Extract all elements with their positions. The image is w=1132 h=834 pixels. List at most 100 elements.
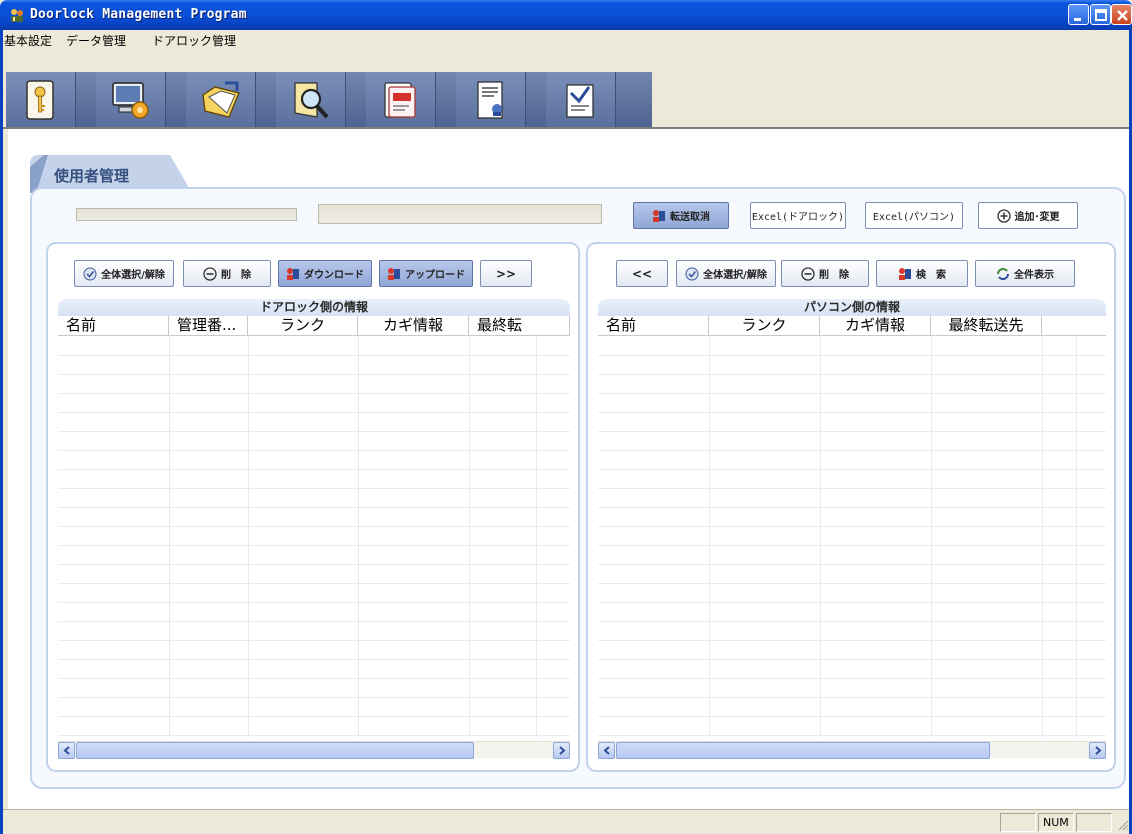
search-user-icon bbox=[899, 267, 911, 280]
col-last-destination[interactable]: 最終転送先 bbox=[931, 316, 1042, 335]
minus-circle-icon bbox=[801, 266, 815, 281]
col-last-transfer[interactable]: 最終転 bbox=[469, 316, 570, 335]
search-magnifier-icon bbox=[293, 82, 328, 119]
grid-column-line bbox=[358, 337, 359, 737]
toolbar-export-button[interactable] bbox=[546, 72, 616, 128]
pc-horizontal-scrollbar[interactable] bbox=[598, 741, 1106, 759]
status-cell-empty bbox=[1076, 813, 1112, 832]
title-bar[interactable]: Doorlock Management Program bbox=[0, 0, 1132, 30]
computer-settings-icon bbox=[111, 82, 149, 119]
info-field-1 bbox=[76, 208, 297, 221]
col-rank[interactable]: ランク bbox=[248, 316, 358, 335]
toolbar-key-button[interactable] bbox=[6, 72, 76, 128]
maximize-icon bbox=[1095, 9, 1107, 21]
search-label: 検 索 bbox=[916, 270, 946, 281]
toolbar-folder-button[interactable] bbox=[186, 72, 256, 128]
export-document-icon bbox=[565, 84, 594, 118]
left-delete-button[interactable]: 削 除 bbox=[183, 260, 271, 287]
move-right-label: >> bbox=[495, 266, 517, 281]
scroll-thumb[interactable] bbox=[616, 742, 990, 759]
show-all-label: 全件表示 bbox=[1014, 270, 1054, 281]
maximize-button[interactable] bbox=[1090, 4, 1111, 25]
toolbar-report-button[interactable] bbox=[456, 72, 526, 128]
minus-circle-icon bbox=[203, 266, 217, 281]
col-empty bbox=[1042, 316, 1106, 335]
toolbar bbox=[0, 50, 1132, 129]
window-frame-left bbox=[0, 30, 3, 834]
search-button[interactable]: 検 索 bbox=[876, 260, 968, 287]
arrow-left-icon bbox=[602, 746, 610, 755]
left-delete-label: 削 除 bbox=[221, 270, 251, 281]
left-select-all-button[interactable]: 全体選択/解除 bbox=[74, 260, 174, 287]
info-field-2 bbox=[318, 204, 602, 224]
excel-pc-label: Excel(パソコン) bbox=[872, 212, 956, 223]
toolbar-search-button[interactable] bbox=[276, 72, 346, 128]
right-select-all-button[interactable]: 全体選択/解除 bbox=[676, 260, 776, 287]
download-user-icon bbox=[287, 267, 299, 280]
doorlock-grid-body[interactable] bbox=[58, 337, 570, 737]
arrow-right-icon bbox=[558, 746, 566, 755]
main-area: 使用者管理 転送取消 Excel(ドアロック) Excel(パソコン) 追加･変… bbox=[8, 129, 1132, 809]
right-select-all-label: 全体選択/解除 bbox=[703, 270, 767, 281]
user-management-panel: 転送取消 Excel(ドアロック) Excel(パソコン) 追加･変更 全体選択… bbox=[30, 187, 1126, 789]
grid-column-line bbox=[931, 337, 932, 737]
col-key-info[interactable]: カギ情報 bbox=[358, 316, 469, 335]
refresh-icon bbox=[997, 267, 1009, 280]
download-label: ダウンロード bbox=[304, 270, 364, 281]
arrow-right-icon bbox=[1094, 746, 1102, 755]
right-delete-label: 削 除 bbox=[819, 270, 849, 281]
scroll-right-button[interactable] bbox=[1089, 742, 1106, 759]
col-name[interactable]: 名前 bbox=[58, 316, 169, 335]
download-button[interactable]: ダウンロード bbox=[278, 260, 372, 287]
right-delete-button[interactable]: 削 除 bbox=[781, 260, 869, 287]
report-icon bbox=[476, 81, 503, 119]
add-change-button[interactable]: 追加･変更 bbox=[978, 202, 1078, 229]
show-all-button[interactable]: 全件表示 bbox=[975, 260, 1075, 287]
upload-label: アップロード bbox=[405, 270, 465, 281]
key-card-icon bbox=[25, 80, 54, 120]
col-management-no[interactable]: 管理番... bbox=[169, 316, 248, 335]
transfer-user-icon bbox=[653, 209, 665, 222]
status-num: NUM bbox=[1038, 813, 1074, 832]
resize-grip-icon[interactable] bbox=[1116, 818, 1129, 831]
move-right-button[interactable]: >> bbox=[480, 260, 532, 287]
grid-column-line bbox=[709, 337, 710, 737]
excel-pc-button[interactable]: Excel(パソコン) bbox=[865, 202, 963, 229]
grid-column-line bbox=[169, 337, 170, 737]
close-button[interactable] bbox=[1111, 4, 1132, 25]
scroll-thumb[interactable] bbox=[76, 742, 474, 759]
excel-doorlock-button[interactable]: Excel(ドアロック) bbox=[750, 202, 846, 229]
scroll-left-button[interactable] bbox=[58, 742, 75, 759]
pc-grid-title: パソコン側の情報 bbox=[598, 299, 1106, 316]
toolbar-card-button[interactable] bbox=[366, 72, 436, 128]
excel-doorlock-label: Excel(ドアロック) bbox=[751, 212, 845, 223]
doorlock-grid-title: ドアロック側の情報 bbox=[58, 299, 570, 316]
upload-button[interactable]: アップロード bbox=[379, 260, 473, 287]
scroll-left-button[interactable] bbox=[598, 742, 615, 759]
doorlock-horizontal-scrollbar[interactable] bbox=[58, 741, 570, 759]
minimize-icon bbox=[1074, 18, 1081, 21]
move-left-button[interactable]: << bbox=[616, 260, 668, 287]
close-icon bbox=[1117, 10, 1128, 21]
cancel-transfer-label: 転送取消 bbox=[670, 212, 710, 223]
pc-panel: << 全体選択/解除 削 除 検 索 全件表示 パソコン側の情報 名前 ランク bbox=[586, 242, 1116, 772]
status-bar: NUM bbox=[0, 809, 1132, 834]
grid-column-line bbox=[1042, 337, 1043, 737]
col-key-info[interactable]: カギ情報 bbox=[820, 316, 931, 335]
move-left-label: << bbox=[631, 266, 653, 281]
menu-basic-settings[interactable]: 基本設定 bbox=[4, 32, 52, 49]
cancel-transfer-button[interactable]: 転送取消 bbox=[633, 202, 729, 229]
toolbar-settings-button[interactable] bbox=[96, 72, 166, 128]
pc-grid-body[interactable] bbox=[598, 337, 1106, 737]
scroll-right-button[interactable] bbox=[553, 742, 570, 759]
menu-data-management[interactable]: データ管理 bbox=[66, 32, 126, 49]
col-rank[interactable]: ランク bbox=[709, 316, 820, 335]
doorlock-panel: 全体選択/解除 削 除 ダウンロード アップロード >> ドアロック側の情報 名… bbox=[46, 242, 580, 772]
window-title: Doorlock Management Program bbox=[30, 7, 247, 22]
menu-doorlock-management[interactable]: ドアロック管理 bbox=[152, 32, 236, 49]
folder-transfer-icon bbox=[201, 81, 240, 118]
minimize-button[interactable] bbox=[1068, 4, 1089, 25]
upload-user-icon bbox=[388, 267, 400, 280]
grid-column-line bbox=[248, 337, 249, 737]
col-name[interactable]: 名前 bbox=[598, 316, 709, 335]
